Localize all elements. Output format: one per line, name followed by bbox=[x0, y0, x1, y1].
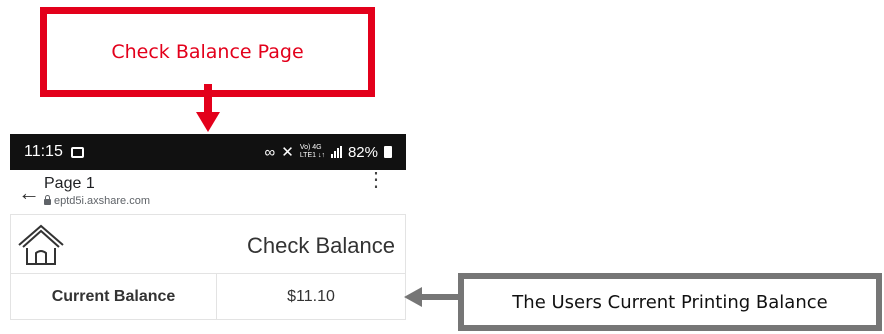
balance-label: Current Balance bbox=[11, 274, 217, 319]
home-icon[interactable] bbox=[15, 223, 67, 267]
mute-icon: ✕ bbox=[281, 144, 294, 161]
balance-callout: The Users Current Printing Balance bbox=[458, 273, 882, 331]
callout-arrow-shaft bbox=[204, 84, 212, 114]
app-header: Check Balance bbox=[10, 214, 406, 274]
back-arrow-icon[interactable]: ← bbox=[18, 180, 40, 206]
link-icon: ∞ bbox=[264, 143, 276, 161]
image-icon bbox=[70, 146, 84, 158]
overflow-menu-icon[interactable]: ⋮ bbox=[366, 170, 386, 190]
balance-arrow-shaft bbox=[420, 294, 460, 300]
battery-percent: 82% bbox=[347, 143, 378, 161]
balance-row: Current Balance $11.10 bbox=[10, 274, 406, 320]
lock-icon bbox=[44, 195, 51, 205]
battery-icon bbox=[384, 146, 392, 158]
status-bar: 11:15 ∞ ✕ Vo) 4G LTE1 ↓↑ 82% bbox=[10, 134, 406, 170]
page-title: Page 1 bbox=[44, 175, 95, 192]
page-url[interactable]: eptd5i.axshare.com bbox=[44, 195, 150, 207]
browser-toolbar: ← Page 1 eptd5i.axshare.com ⋮ bbox=[10, 170, 406, 214]
url-text: eptd5i.axshare.com bbox=[54, 195, 150, 207]
balance-callout-text: The Users Current Printing Balance bbox=[512, 291, 828, 313]
balance-value: $11.10 bbox=[287, 287, 335, 305]
callout-arrow-head bbox=[196, 112, 220, 132]
app-title: Check Balance bbox=[247, 233, 395, 258]
signal-icon bbox=[330, 146, 342, 158]
status-time: 11:15 bbox=[24, 143, 63, 160]
network-indicator: Vo) 4G LTE1 ↓↑ bbox=[299, 144, 325, 159]
callout-text: Check Balance Page bbox=[111, 41, 304, 63]
